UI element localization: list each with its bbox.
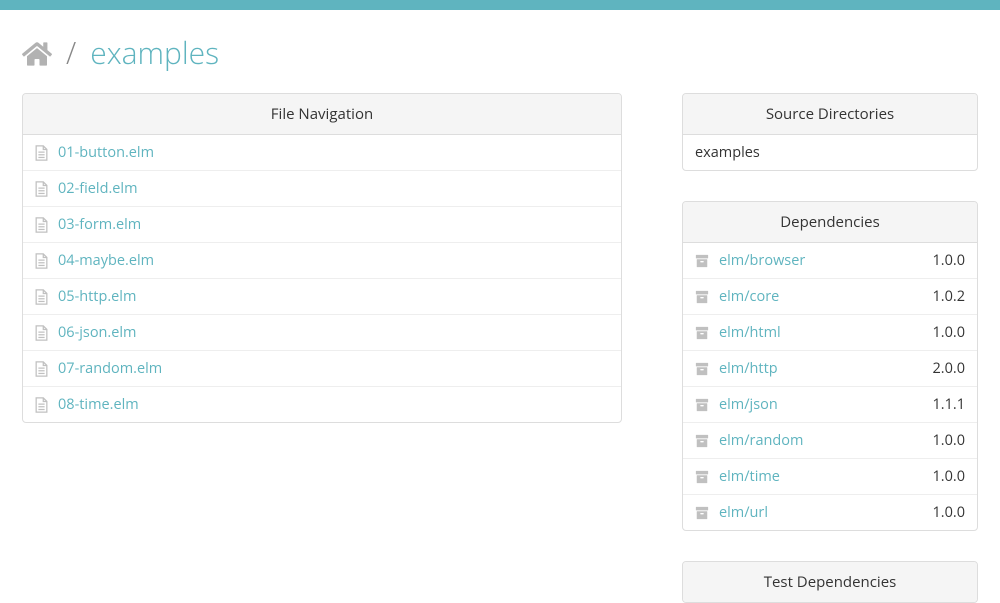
file-icon [35,217,48,233]
file-link[interactable]: 03-form.elm [58,215,141,234]
file-row: 02-field.elm [23,171,621,207]
dependency-link[interactable]: elm/json [719,395,778,414]
top-accent-bar [0,0,1000,10]
archive-icon [695,434,709,448]
file-link[interactable]: 04-maybe.elm [58,251,154,270]
file-list: 01-button.elm 02-field.elm 03-form.elm 04-m… [23,135,621,422]
dependency-version: 1.0.0 [933,431,966,450]
dependency-row: elm/random 1.0.0 [683,423,977,459]
dependency-row: elm/browser 1.0.0 [683,243,977,279]
test-dependencies-panel: Test Dependencies [682,561,978,603]
dependency-version: 1.0.0 [933,323,966,342]
home-icon[interactable] [22,38,52,68]
file-icon [35,145,48,161]
file-row: 03-form.elm [23,207,621,243]
dependency-version: 1.0.0 [933,467,966,486]
dependency-row: elm/json 1.1.1 [683,387,977,423]
dependency-link[interactable]: elm/html [719,323,781,342]
dependency-version: 1.0.2 [933,287,966,306]
source-directories-header: Source Directories [683,94,977,135]
dependency-row: elm/http 2.0.0 [683,351,977,387]
file-row: 07-random.elm [23,351,621,387]
breadcrumb: / examples [22,32,978,73]
file-navigation-panel: File Navigation 01-button.elm 02-field.el… [22,93,622,423]
file-icon [35,289,48,305]
file-link[interactable]: 08-time.elm [58,395,139,414]
dependencies-panel: Dependencies elm/browser 1.0.0 elm/core 1.0… [682,201,978,531]
dependency-row: elm/url 1.0.0 [683,495,977,530]
archive-icon [695,506,709,520]
file-row: 01-button.elm [23,135,621,171]
file-row: 05-http.elm [23,279,621,315]
breadcrumb-separator: / [66,32,76,73]
file-icon [35,397,48,413]
archive-icon [695,470,709,484]
dependency-row: elm/time 1.0.0 [683,459,977,495]
source-dir-row: examples [683,135,977,170]
file-link[interactable]: 06-json.elm [58,323,136,342]
file-link[interactable]: 01-button.elm [58,143,154,162]
file-row: 08-time.elm [23,387,621,422]
file-link[interactable]: 05-http.elm [58,287,136,306]
source-directories-panel: Source Directories examples [682,93,978,171]
dependency-link[interactable]: elm/core [719,287,779,306]
dependency-version: 1.0.0 [933,251,966,270]
dependency-link[interactable]: elm/http [719,359,778,378]
test-dependencies-header: Test Dependencies [683,562,977,602]
file-row: 04-maybe.elm [23,243,621,279]
file-link[interactable]: 07-random.elm [58,359,162,378]
archive-icon [695,398,709,412]
source-dir-name: examples [695,143,760,162]
dependency-row: elm/core 1.0.2 [683,279,977,315]
file-icon [35,325,48,341]
breadcrumb-current[interactable]: examples [90,32,219,73]
source-dirs-list: examples [683,135,977,170]
dependencies-list: elm/browser 1.0.0 elm/core 1.0.2 elm/html 1.0… [683,243,977,530]
dependency-link[interactable]: elm/time [719,467,780,486]
dependency-version: 2.0.0 [933,359,966,378]
archive-icon [695,254,709,268]
file-icon [35,253,48,269]
dependency-version: 1.0.0 [933,503,966,522]
dependency-row: elm/html 1.0.0 [683,315,977,351]
dependency-link[interactable]: elm/random [719,431,803,450]
archive-icon [695,362,709,376]
dependency-link[interactable]: elm/url [719,503,768,522]
file-link[interactable]: 02-field.elm [58,179,138,198]
dependencies-header: Dependencies [683,202,977,243]
archive-icon [695,290,709,304]
file-row: 06-json.elm [23,315,621,351]
dependency-version: 1.1.1 [933,395,966,414]
file-icon [35,181,48,197]
archive-icon [695,326,709,340]
file-icon [35,361,48,377]
dependency-link[interactable]: elm/browser [719,251,805,270]
file-navigation-header: File Navigation [23,94,621,135]
